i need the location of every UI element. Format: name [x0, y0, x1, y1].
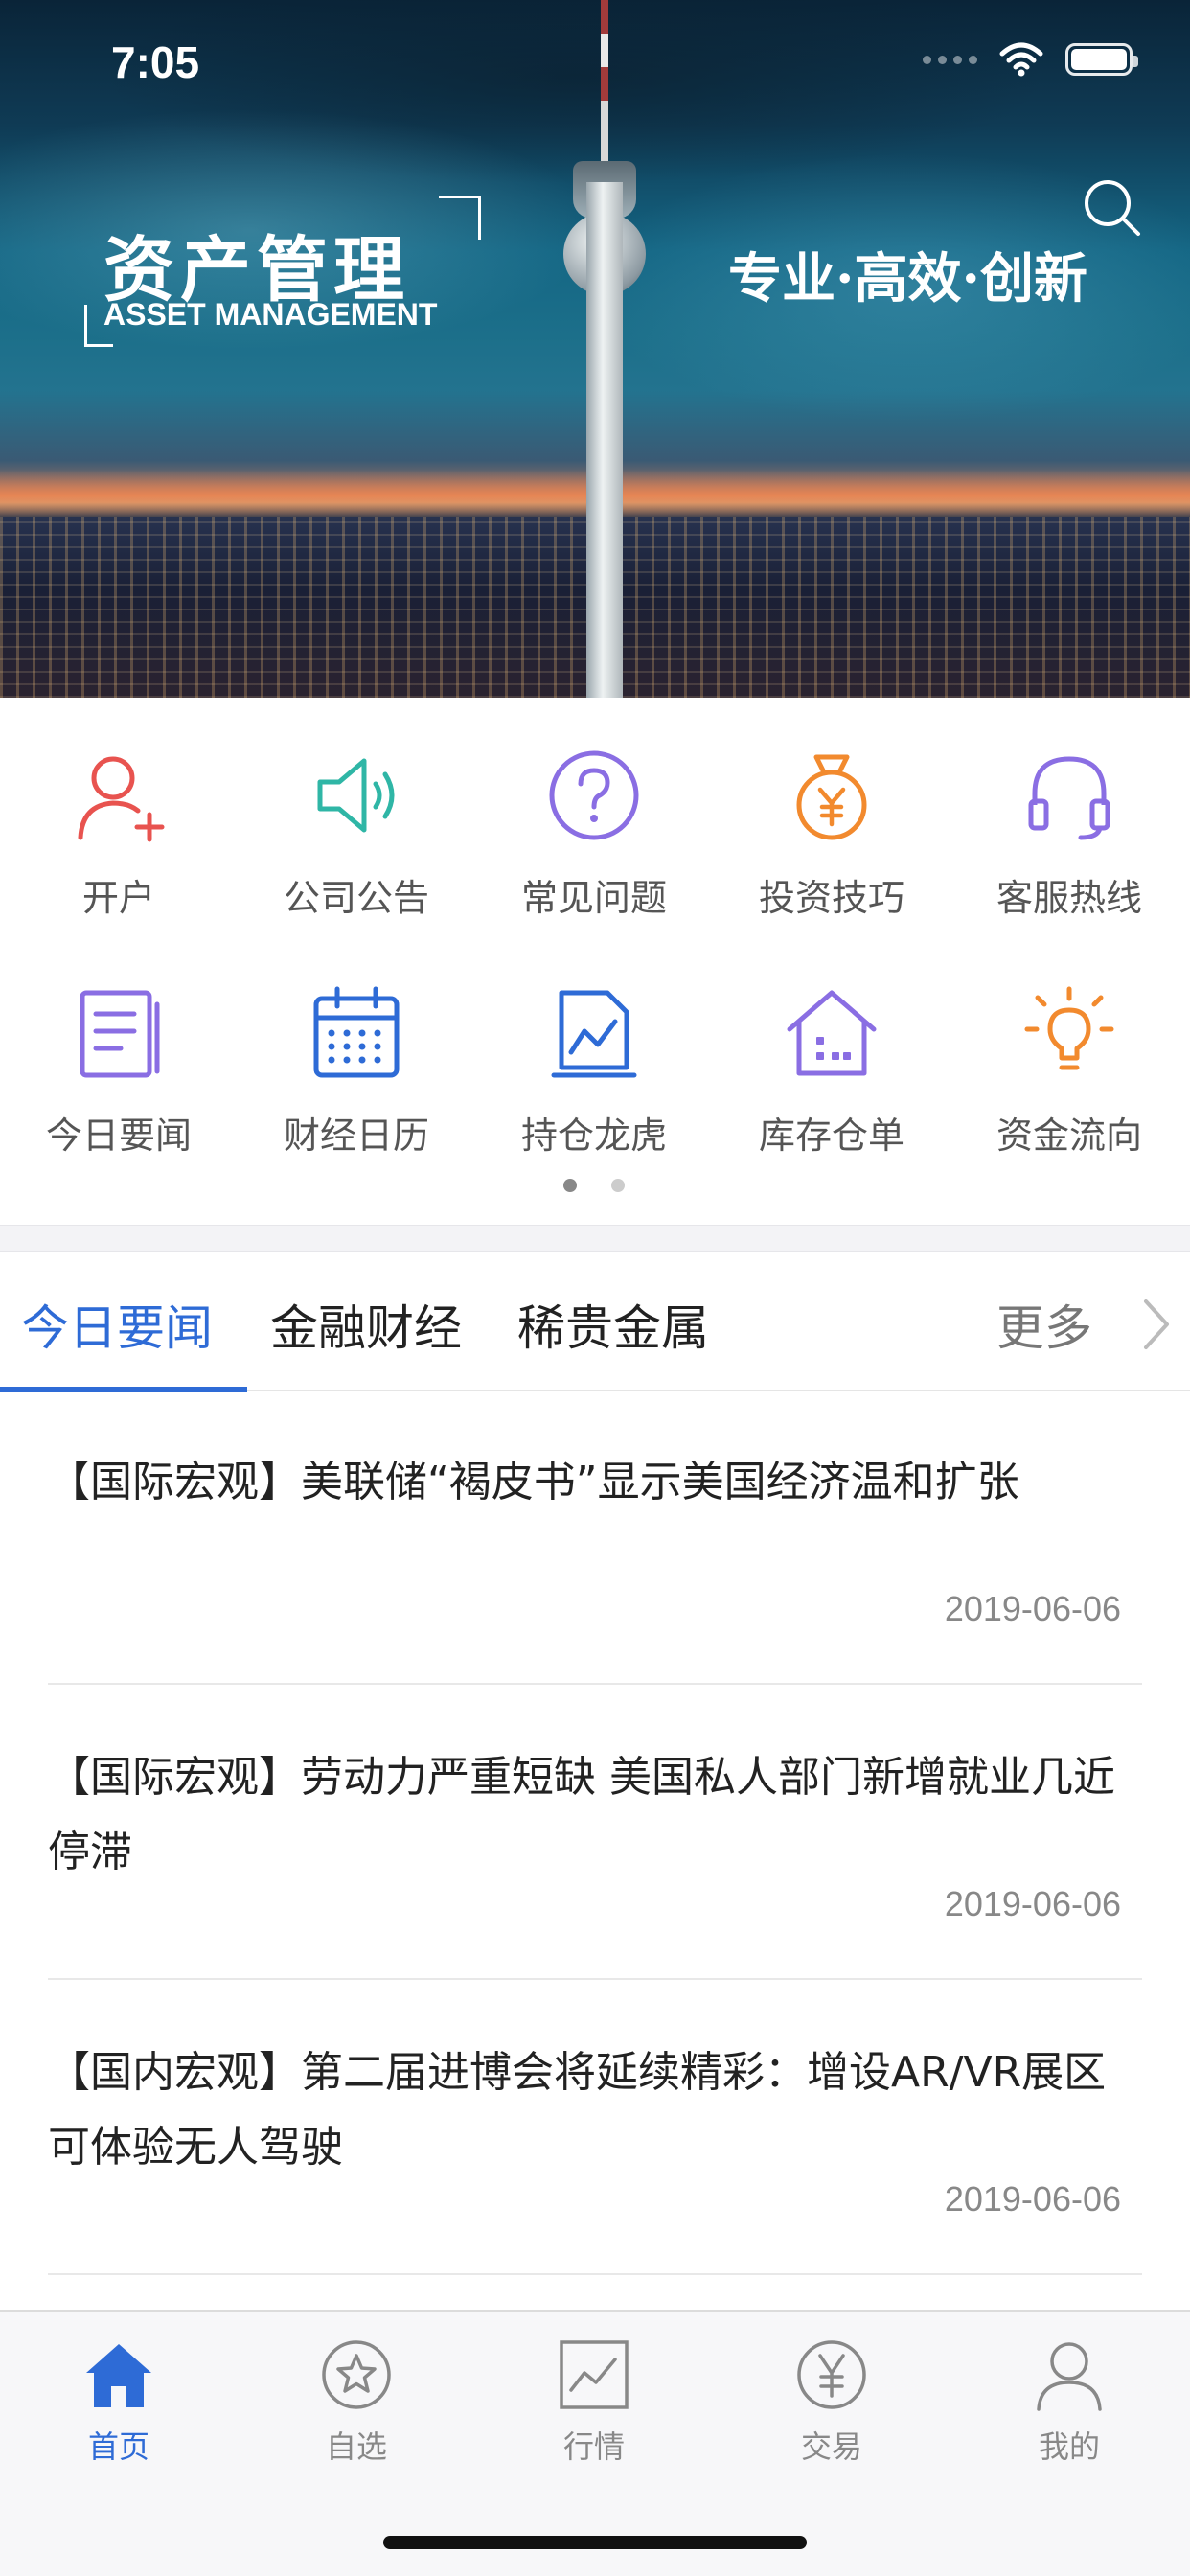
profile-icon: [1037, 2342, 1102, 2411]
tab-label: 自选: [325, 2428, 387, 2465]
home-icon: [86, 2344, 151, 2407]
status-icons: [923, 42, 1138, 77]
chart-doc-icon: [551, 990, 637, 1078]
money-bag-icon: [796, 754, 867, 840]
menu-item-label: 资金流向: [995, 1115, 1142, 1157]
page-dot: [611, 1179, 625, 1192]
news-tabs: 今日要闻 金融财经 稀贵金属 更多: [0, 1252, 1190, 1391]
news-item[interactable]: 【国际宏观】美联储“褐皮书”显示美国经济温和扩张 2019-06-06: [48, 1445, 1142, 1685]
more-link[interactable]: 更多: [996, 1290, 1092, 1359]
menu-item-label: 持仓龙虎: [520, 1115, 667, 1157]
news-date: 2019-06-06: [944, 1589, 1121, 1628]
lightbulb-icon: [1024, 986, 1114, 1070]
news-item[interactable]: 【国内宏观】第二届进博会将延续精彩：增设AR/VR展区 可体验无人驾驶 2019…: [48, 2036, 1142, 2275]
page-dot-active: [563, 1179, 577, 1192]
news-title: 【国际宏观】美联储“褐皮书”显示美国经济温和扩张: [48, 1458, 1019, 1506]
tab-label: 交易: [800, 2428, 862, 2465]
tower-shaft: [586, 182, 623, 698]
chevron-right-icon[interactable]: [1136, 1296, 1175, 1353]
page-indicator[interactable]: [0, 1179, 1190, 1192]
home-indicator[interactable]: [383, 2536, 807, 2549]
search-icon[interactable]: [1079, 174, 1144, 240]
tab-finance[interactable]: 金融财经: [270, 1290, 462, 1359]
menu-item-label: 财经日历: [283, 1115, 429, 1157]
logo-subtitle: ASSET MANAGEMENT: [103, 297, 438, 332]
logo-bracket-top-right: [439, 196, 481, 240]
news-icon: [80, 990, 160, 1078]
menu-item-label: 今日要闻: [45, 1115, 192, 1157]
news-title: 【国际宏观】劳动力严重短缺 美国私人部门新增就业几近停滞: [48, 1753, 1115, 1876]
add-user-icon: [78, 756, 165, 842]
banner[interactable]: 资产管理 ASSET MANAGEMENT 专业·高效·创新 7:05: [0, 0, 1190, 698]
tab-today-news[interactable]: 今日要闻: [21, 1290, 213, 1359]
menu-item-label: 客服热线: [995, 877, 1142, 919]
calendar-icon: [313, 986, 400, 1078]
tab-label: 首页: [87, 2428, 149, 2465]
news-title: 【国内宏观】第二届进博会将延续精彩：增设AR/VR展区 可体验无人驾驶: [48, 2048, 1107, 2172]
headset-icon: [1028, 756, 1110, 840]
chart-icon: [560, 2340, 629, 2409]
menu-item-label: 开户: [81, 877, 155, 919]
news-item[interactable]: 【国际宏观】劳动力严重短缺 美国私人部门新增就业几近停滞 2019-06-06: [48, 1740, 1142, 1980]
slogan: 专业·高效·创新: [728, 247, 1087, 310]
tab-label: 我的: [1038, 2428, 1100, 2465]
yen-icon: [797, 2340, 866, 2409]
wifi-icon: [999, 42, 1043, 77]
news-date: 2019-06-06: [944, 2179, 1121, 2219]
star-icon: [322, 2340, 391, 2409]
news-date: 2019-06-06: [944, 1884, 1121, 1923]
menu-item-label: 公司公告: [283, 877, 429, 919]
tab-precious-metals[interactable]: 稀贵金属: [517, 1290, 709, 1359]
speaker-icon: [317, 758, 395, 833]
battery-icon: [1065, 43, 1138, 76]
question-icon: [549, 750, 639, 840]
menu-item-label: 库存仓单: [758, 1115, 904, 1157]
signal-icon: [923, 55, 977, 64]
warehouse-icon: [787, 990, 877, 1076]
menu-item-label: 常见问题: [520, 877, 667, 919]
tab-active-indicator: [0, 1387, 247, 1392]
status-time: 7:05: [111, 37, 200, 87]
section-divider: [0, 1225, 1190, 1252]
tower-spire: [601, 0, 608, 168]
tab-label: 行情: [562, 2428, 625, 2465]
quick-menu: 开户 公司公告 常见问题 投资技巧 客服热线 今日要闻 财经日历 持仓龙虎 库存…: [0, 698, 1190, 1225]
menu-item-label: 投资技巧: [758, 877, 904, 919]
